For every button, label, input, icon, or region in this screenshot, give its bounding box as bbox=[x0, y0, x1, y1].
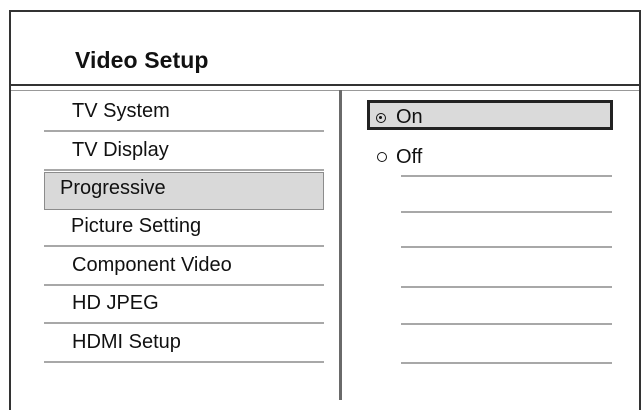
menu-item-label: Component Video bbox=[72, 254, 232, 276]
option-label: Off bbox=[396, 146, 423, 168]
menu-item-hd-jpeg[interactable]: HD JPEG bbox=[44, 286, 324, 324]
empty-option-slot bbox=[401, 323, 612, 325]
empty-option-slot bbox=[401, 211, 612, 213]
empty-option-slot bbox=[401, 286, 612, 288]
menu-item-label: TV Display bbox=[72, 139, 169, 161]
option-on[interactable]: On bbox=[367, 100, 613, 130]
menu-item-label: Progressive bbox=[60, 177, 166, 199]
header-divider bbox=[11, 90, 639, 91]
menu-item-label: Picture Setting bbox=[71, 215, 202, 237]
menu-item-label: TV System bbox=[72, 100, 170, 122]
empty-option-slot bbox=[401, 362, 612, 364]
menu-item-label: HDMI Setup bbox=[72, 331, 181, 353]
option-off[interactable]: Off bbox=[370, 145, 610, 175]
radio-selected-icon bbox=[376, 113, 386, 123]
column-divider bbox=[339, 90, 342, 400]
menu-item-picture-setting[interactable]: Picture Setting bbox=[44, 209, 324, 247]
option-label: On bbox=[396, 106, 423, 128]
menu-item-tv-system[interactable]: TV System bbox=[44, 94, 324, 132]
menu-item-progressive[interactable]: Progressive bbox=[44, 172, 324, 210]
menu-item-component-video[interactable]: Component Video bbox=[44, 248, 324, 286]
panel-header: Video Setup bbox=[11, 12, 639, 86]
radio-unselected-icon bbox=[377, 152, 387, 162]
menu-item-tv-display[interactable]: TV Display bbox=[44, 133, 324, 171]
empty-option-slot bbox=[401, 246, 612, 248]
empty-option-slot bbox=[401, 175, 612, 177]
page-title: Video Setup bbox=[75, 47, 209, 73]
menu-item-label: HD JPEG bbox=[72, 292, 159, 314]
menu-item-hdmi-setup[interactable]: HDMI Setup bbox=[44, 325, 324, 363]
